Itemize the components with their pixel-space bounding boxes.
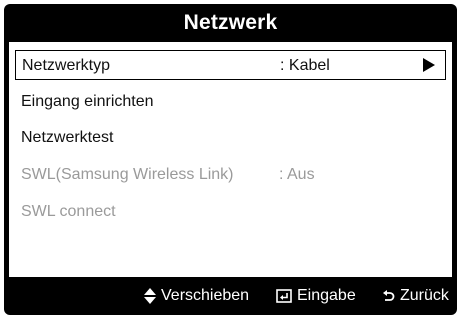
menu-item-label: SWL(Samsung Wireless Link) xyxy=(21,166,234,183)
footer-enter-label: Eingabe xyxy=(297,287,356,304)
footer-back-hint: Zurück xyxy=(383,287,449,305)
menu-list: Netzwerktyp : Kabel Eingang einrichten N… xyxy=(9,42,452,277)
return-icon xyxy=(383,290,395,301)
menu-item-label: SWL connect xyxy=(21,203,116,220)
up-down-arrows-icon xyxy=(144,288,156,304)
menu-item-netzwerktyp[interactable]: Netzwerktyp : Kabel xyxy=(15,50,446,80)
dialog-title: Netzwerk xyxy=(183,11,278,34)
menu-item-netzwerktest[interactable]: Netzwerktest xyxy=(15,123,446,153)
menu-item-eingang-einrichten[interactable]: Eingang einrichten xyxy=(15,87,446,117)
menu-item-label: Netzwerktyp xyxy=(22,57,111,74)
footer-help-bar: Verschieben Eingabe Zurück xyxy=(4,277,457,315)
right-arrow-icon xyxy=(423,58,435,72)
footer-back-label: Zurück xyxy=(400,287,449,304)
footer-move-label: Verschieben xyxy=(161,287,250,304)
footer-enter-hint: Eingabe xyxy=(276,287,356,305)
menu-item-label: Netzwerktest xyxy=(21,129,114,146)
menu-item-swl-connect: SWL connect xyxy=(15,197,446,227)
enter-icon xyxy=(276,289,292,303)
network-dialog: Netzwerk Netzwerktyp : Kabel Eingang ein… xyxy=(4,4,457,315)
menu-item-value: : Aus xyxy=(279,166,315,183)
menu-item-label: Eingang einrichten xyxy=(21,93,154,110)
menu-item-value: : Kabel xyxy=(280,57,330,74)
footer-move-hint: Verschieben xyxy=(144,287,249,305)
menu-item-swl: SWL(Samsung Wireless Link) : Aus xyxy=(15,160,446,190)
